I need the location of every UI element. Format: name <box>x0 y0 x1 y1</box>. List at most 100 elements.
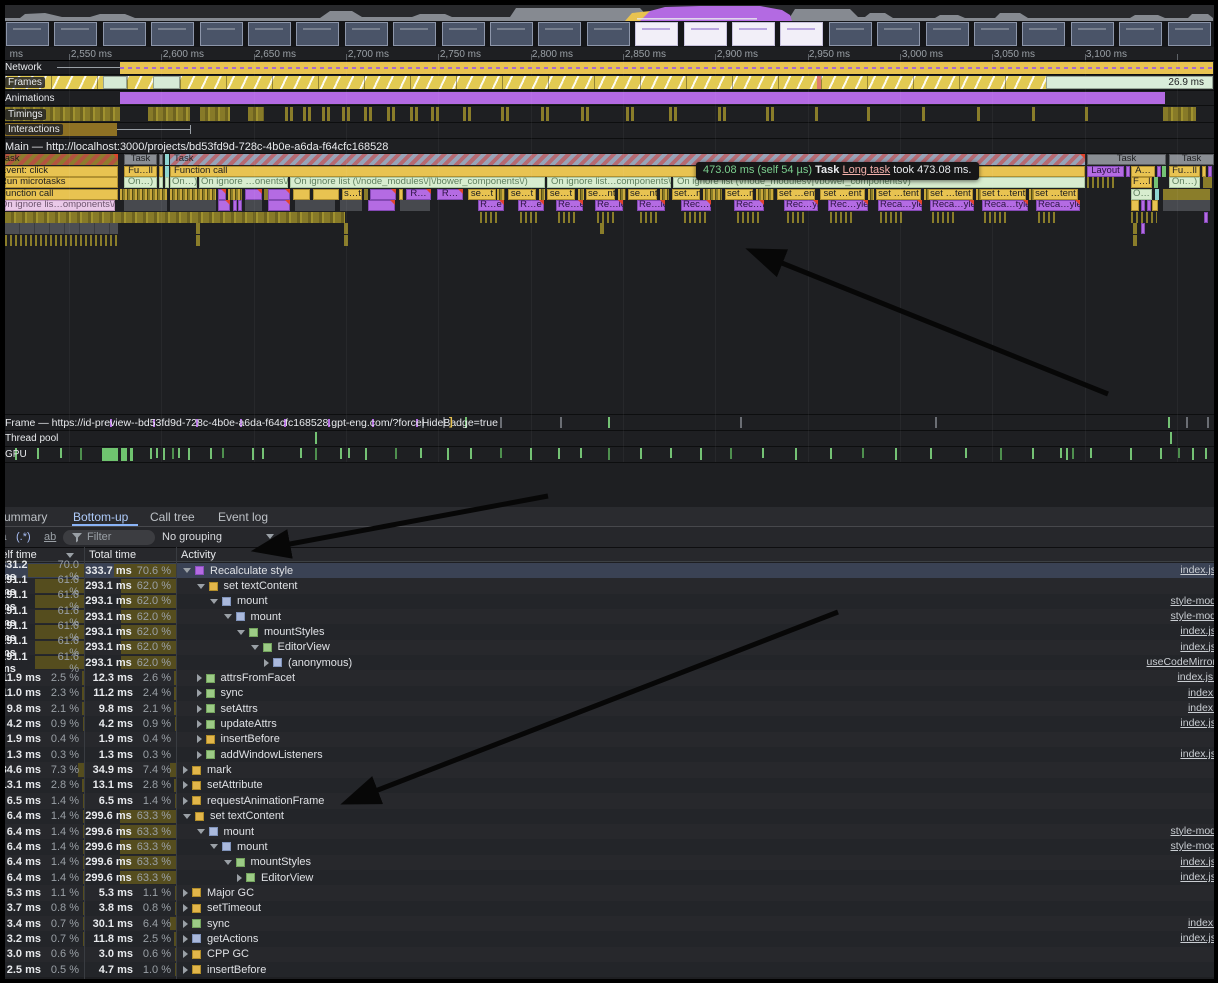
filmstrip-thumbnail[interactable] <box>296 22 339 46</box>
table-row[interactable]: 5.3 ms1.1 %5.3 ms1.1 %Major GC <box>0 885 1218 900</box>
filmstrip-thumbnail[interactable] <box>635 22 678 46</box>
flame-block[interactable]: set …tent <box>876 189 921 200</box>
source-link[interactable]: index.js <box>1180 748 1216 760</box>
table-row[interactable]: 3.7 ms0.8 %3.8 ms0.8 %setTimeout <box>0 901 1218 916</box>
filmstrip-thumbnail[interactable] <box>490 22 533 46</box>
expand-icon[interactable] <box>264 659 269 667</box>
flame-tick[interactable] <box>228 189 242 200</box>
column-activity[interactable]: Activity <box>181 549 216 561</box>
source-link[interactable]: index.js <box>1180 856 1216 868</box>
interactions-track-label[interactable]: Interactions <box>5 124 63 135</box>
expand-icon[interactable] <box>183 766 188 774</box>
source-link[interactable]: style-mod <box>1170 610 1216 622</box>
table-row[interactable]: 13.1 ms2.8 %13.1 ms2.8 %setAttribute <box>0 778 1218 793</box>
expand-icon[interactable] <box>183 920 188 928</box>
expand-icon[interactable] <box>197 705 202 713</box>
animations-bar[interactable] <box>120 92 1165 104</box>
collapse-icon[interactable] <box>210 844 218 849</box>
collapse-icon[interactable] <box>251 645 259 650</box>
flame-block[interactable]: Reca…tyle <box>982 200 1028 211</box>
table-row[interactable]: 1.3 ms0.3 %1.3 ms0.3 %addWindowListeners… <box>0 747 1218 762</box>
table-row[interactable]: 6.5 ms1.4 %6.5 ms1.4 %requestAnimationFr… <box>0 793 1218 808</box>
collapse-icon[interactable] <box>224 614 232 619</box>
flame-block[interactable]: Task <box>1087 154 1166 165</box>
filmstrip-thumbnail[interactable] <box>151 22 194 46</box>
flame-block[interactable]: Rec…yle <box>784 200 818 211</box>
filmstrip-thumbnail[interactable] <box>6 22 49 46</box>
expand-icon[interactable] <box>183 904 188 912</box>
source-link[interactable]: useCodeMirror <box>1147 656 1216 668</box>
table-row[interactable]: 291.1 ms61.6 %293.1 ms62.0 %set textCont… <box>0 578 1218 593</box>
tab-call-tree[interactable]: Call tree <box>150 510 195 524</box>
frame-segment[interactable] <box>153 76 180 89</box>
flame-tick[interactable] <box>400 200 430 211</box>
flame-tick[interactable] <box>1087 177 1115 188</box>
flame-block[interactable]: se…t <box>468 189 496 200</box>
flame-block[interactable]: On ignore …onents\/) <box>199 177 288 188</box>
table-row[interactable]: 291.1 ms61.6 %293.1 ms62.0 %mountstyle-m… <box>0 609 1218 624</box>
expand-icon[interactable] <box>183 797 188 805</box>
gpu-track-label[interactable]: GPU <box>5 449 27 460</box>
grouping-caret-icon[interactable] <box>266 534 274 539</box>
source-link[interactable]: index.js <box>1180 717 1216 729</box>
filmstrip-thumbnail[interactable] <box>732 22 775 46</box>
flame-tick[interactable] <box>293 189 310 200</box>
filmstrip-thumbnail[interactable] <box>345 22 388 46</box>
source-link[interactable]: index. <box>1188 917 1216 929</box>
whole-word-button[interactable]: ab <box>44 531 56 543</box>
column-divider[interactable] <box>84 547 85 979</box>
flame-tick[interactable] <box>1203 177 1212 188</box>
collapse-icon[interactable] <box>183 568 191 573</box>
table-row[interactable]: 3.2 ms0.7 %11.8 ms2.5 %getActionsindex.j… <box>0 931 1218 946</box>
flame-block[interactable]: On ignore list…components\/) <box>547 177 671 188</box>
source-link[interactable]: index.js: <box>1177 671 1216 683</box>
table-row[interactable]: 11.9 ms2.5 %12.3 ms2.6 %attrsFromFacetin… <box>0 670 1218 685</box>
filmstrip-thumbnail[interactable] <box>877 22 920 46</box>
flame-block[interactable]: R… <box>406 189 431 200</box>
expand-icon[interactable] <box>197 674 202 682</box>
tab-bottom-up[interactable]: Bottom-up <box>73 510 128 524</box>
expand-icon[interactable] <box>197 735 202 743</box>
expand-icon[interactable] <box>237 874 242 882</box>
regex-button[interactable]: (.*) <box>16 531 31 543</box>
filmstrip-thumbnail[interactable] <box>1168 22 1211 46</box>
flame-tick[interactable] <box>520 212 538 223</box>
frame-segment[interactable] <box>127 76 153 89</box>
flame-block[interactable]: Layout <box>1087 166 1124 177</box>
flame-block[interactable]: On ignore lis…omponents\/) <box>5 200 115 211</box>
filmstrip-thumbnail[interactable] <box>442 22 485 46</box>
flame-block[interactable]: set …tent <box>928 189 973 200</box>
flame-tick[interactable] <box>268 189 290 200</box>
flame-tick[interactable] <box>558 212 576 223</box>
network-requests-bar[interactable] <box>120 62 1213 74</box>
flame-block[interactable]: F…l <box>1131 177 1152 188</box>
column-total-time[interactable]: Total time <box>89 549 136 561</box>
source-link[interactable]: index. <box>1188 687 1216 699</box>
flame-block[interactable]: s…t <box>342 189 362 200</box>
filmstrip-thumbnail[interactable] <box>587 22 630 46</box>
filmstrip-thumbnail[interactable] <box>684 22 727 46</box>
table-row[interactable]: 6.4 ms1.4 %299.6 ms63.3 %mountStylesinde… <box>0 855 1218 870</box>
flame-tick[interactable] <box>640 212 660 223</box>
flame-block[interactable]: Run microtasks <box>5 177 118 188</box>
flame-tick[interactable] <box>756 189 774 200</box>
filmstrip-thumbnail[interactable] <box>393 22 436 46</box>
flame-block[interactable]: Rec…yle <box>828 200 868 211</box>
collapse-icon[interactable] <box>197 829 205 834</box>
flame-block[interactable]: set …tent <box>1033 189 1078 200</box>
flame-tick[interactable] <box>932 212 956 223</box>
flame-tick[interactable] <box>660 189 669 200</box>
flame-block[interactable]: Reca…yle <box>930 200 974 211</box>
flame-block[interactable]: Task <box>1169 154 1214 165</box>
filmstrip-thumbnail[interactable] <box>54 22 97 46</box>
filter-input[interactable]: Filter <box>63 530 155 545</box>
expand-icon[interactable] <box>197 751 202 759</box>
flame-block[interactable]: Fu…ll <box>1169 166 1200 177</box>
flame-tick[interactable] <box>170 189 216 200</box>
flame-block[interactable]: Function call <box>5 189 118 200</box>
frame-segment[interactable] <box>821 76 1046 89</box>
flame-tick[interactable] <box>218 189 226 200</box>
collapse-icon[interactable] <box>183 814 191 819</box>
collapse-icon[interactable] <box>210 599 218 604</box>
cpu-overview-strip[interactable] <box>5 5 1214 21</box>
